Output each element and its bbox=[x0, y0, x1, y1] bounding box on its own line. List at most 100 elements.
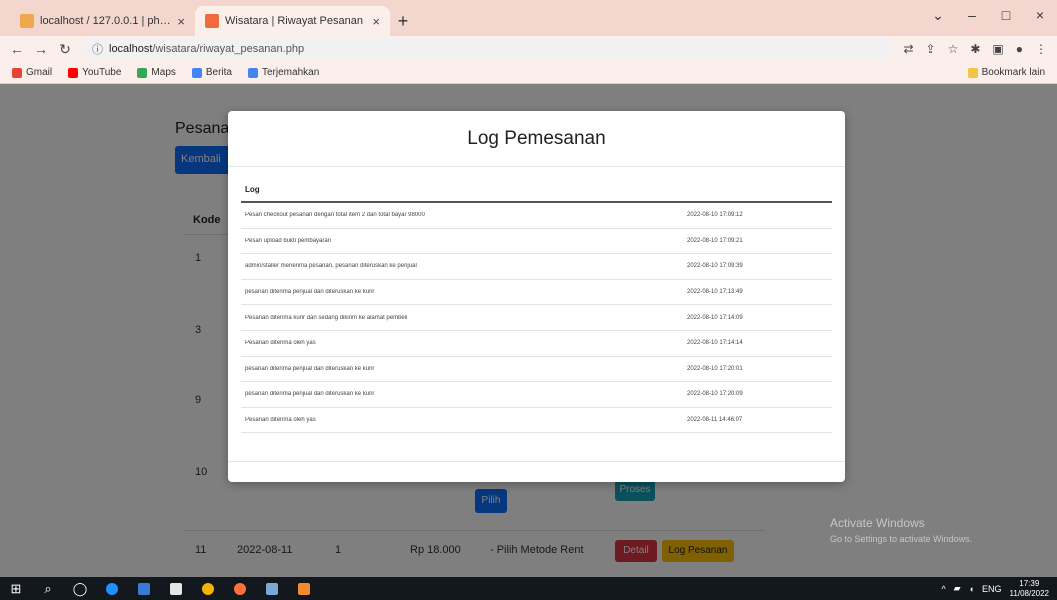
table-row: Pesanan diterima oleh yas 2022-08-11 14:4… bbox=[241, 408, 832, 434]
url-path: /wisatara/riwayat_pesanan.php bbox=[152, 43, 305, 55]
translate-app-icon bbox=[248, 67, 258, 78]
window-controls: ⌄ – □ × bbox=[921, 0, 1057, 30]
bookmark-gmail[interactable]: Gmail bbox=[12, 67, 52, 78]
modal-title: Log Pemesanan bbox=[467, 127, 606, 149]
volume-icon[interactable]: ◖ bbox=[969, 584, 974, 594]
url-host: localhost bbox=[109, 43, 153, 55]
table-row: Pesanan diterima kurir dan sedang dikiri… bbox=[241, 305, 832, 331]
table-row: pesanan diterima penjual dan diteruskan … bbox=[241, 382, 832, 408]
back-icon[interactable]: ← bbox=[10, 41, 24, 57]
translate-icon[interactable]: ⇄ bbox=[903, 42, 913, 56]
firefox-icon[interactable] bbox=[224, 577, 256, 600]
new-tab-button[interactable]: + bbox=[390, 6, 416, 36]
folder-icon bbox=[967, 67, 978, 78]
navigation-bar: ← → ↻ ⓘ localhost/wisatara/riwayat_pesan… bbox=[0, 36, 1057, 62]
phpmyadmin-favicon-icon bbox=[20, 14, 34, 28]
mail-icon[interactable] bbox=[128, 577, 160, 600]
table-row: pesanan diterima penjual dan diteruskan … bbox=[241, 357, 832, 383]
watermark-title: Activate Windows bbox=[830, 516, 925, 530]
tab-riwayat-pesanan[interactable]: Wisatara | Riwayat Pesanan × bbox=[195, 6, 390, 36]
modal-body: Log Pesan checkout pesanan dengan total … bbox=[241, 179, 832, 434]
bookmark-label: Berita bbox=[205, 67, 232, 78]
xampp-icon[interactable] bbox=[288, 577, 320, 600]
store-icon[interactable] bbox=[160, 577, 192, 600]
chrome-icon[interactable] bbox=[192, 577, 224, 600]
bookmark-label: Maps bbox=[151, 67, 176, 78]
sidebar-icon[interactable]: ▣ bbox=[992, 42, 1003, 56]
windows-activation-watermark: Activate Windows Go to Settings to activ… bbox=[830, 515, 972, 547]
log-modal: Log Pemesanan Log Pesan checkout pesanan… bbox=[228, 111, 845, 482]
table-row: Pesanan diterima oleh yas 2022-08-10 17:1… bbox=[241, 331, 832, 357]
edge-icon[interactable] bbox=[96, 577, 128, 600]
bookmark-youtube[interactable]: YouTube bbox=[68, 67, 121, 78]
clock-date: 11/08/2022 bbox=[1009, 588, 1049, 598]
close-tab-icon[interactable]: × bbox=[177, 14, 185, 29]
bookmark-star-icon[interactable]: ☆ bbox=[948, 42, 959, 56]
tab-search-icon[interactable]: ⌄ bbox=[921, 7, 955, 24]
log-timestamp: 2022-08-10 17:09:39 bbox=[687, 263, 743, 270]
search-icon[interactable]: ⌕ bbox=[32, 577, 64, 600]
table-row: admin/staller menerima pesanan, pesanan … bbox=[241, 254, 832, 280]
bookmark-label: Gmail bbox=[26, 67, 53, 78]
log-text: Pesan upload bukti pembayaran bbox=[245, 237, 332, 244]
bookmark-maps[interactable]: Maps bbox=[137, 67, 176, 78]
log-table-body: Pesan checkout pesanan dengan total item… bbox=[241, 203, 832, 434]
log-timestamp: 2022-08-10 17:14:14 bbox=[687, 340, 743, 347]
vscode-icon[interactable] bbox=[256, 577, 288, 600]
clock[interactable]: 17:39 11/08/2022 bbox=[1010, 579, 1049, 599]
log-text: Pesanan diterima oleh yas bbox=[245, 340, 316, 347]
tab-title: localhost / 127.0.0.1 | phpMyAdm bbox=[40, 15, 171, 27]
log-text: pesanan diterima penjual dan diteruskan … bbox=[245, 289, 375, 296]
bookmark-label: Bookmark lain bbox=[981, 67, 1045, 78]
gmail-icon bbox=[12, 67, 22, 78]
log-text: admin/staller menerima pesanan, pesanan … bbox=[245, 263, 417, 270]
task-view-icon[interactable]: ◯ bbox=[64, 577, 96, 600]
minimize-icon[interactable]: – bbox=[955, 7, 989, 23]
address-bar[interactable]: ⓘ localhost/wisatara/riwayat_pesanan.php bbox=[82, 38, 894, 60]
tab-phpmyadmin[interactable]: localhost / 127.0.0.1 | phpMyAdm × bbox=[10, 6, 195, 36]
bookmark-berita[interactable]: Berita bbox=[191, 67, 232, 78]
bookmark-label: Terjemahkan bbox=[262, 67, 320, 78]
log-timestamp: 2022-08-10 17:13:49 bbox=[687, 289, 743, 296]
column-header-log: Log bbox=[241, 179, 832, 203]
log-text: Pesanan diterima kurir dan sedang dikiri… bbox=[245, 314, 408, 321]
toolbar-icons: ⇄ ⇪ ☆ ✱ ▣ ● ⋮ bbox=[903, 42, 1047, 56]
log-timestamp: 2022-08-11 14:46:07 bbox=[687, 417, 743, 424]
log-timestamp: 2022-08-10 17:20:09 bbox=[687, 391, 743, 398]
browser-tab-bar: localhost / 127.0.0.1 | phpMyAdm × Wisat… bbox=[0, 0, 1057, 36]
share-icon[interactable]: ⇪ bbox=[926, 42, 936, 56]
network-icon[interactable]: ▰ bbox=[954, 583, 961, 594]
windows-taskbar: ⊞ ⌕ ◯ ^ ▰ ◖ ENG 17:39 11/08/2022 bbox=[0, 577, 1057, 600]
maps-icon bbox=[137, 67, 148, 78]
modal-header: Log Pemesanan bbox=[228, 111, 845, 167]
info-icon[interactable]: ⓘ bbox=[92, 41, 103, 57]
table-row: Pesan checkout pesanan dengan total item… bbox=[241, 203, 832, 229]
log-timestamp: 2022-08-10 17:09:21 bbox=[687, 237, 743, 244]
close-tab-icon[interactable]: × bbox=[372, 14, 380, 29]
maximize-icon[interactable]: □ bbox=[989, 7, 1023, 23]
forward-icon[interactable]: → bbox=[34, 41, 48, 57]
close-window-icon[interactable]: × bbox=[1023, 7, 1057, 23]
log-timestamp: 2022-08-10 17:14:09 bbox=[687, 314, 743, 321]
bookmark-label: YouTube bbox=[82, 67, 122, 78]
menu-icon[interactable]: ⋮ bbox=[1035, 42, 1047, 56]
clock-time: 17:39 bbox=[1019, 578, 1040, 588]
other-bookmarks[interactable]: Bookmark lain bbox=[967, 67, 1045, 78]
language-indicator[interactable]: ENG bbox=[982, 584, 1002, 594]
extensions-icon[interactable]: ✱ bbox=[970, 42, 980, 56]
bookmark-terjemahkan[interactable]: Terjemahkan bbox=[248, 67, 319, 78]
log-text: Pesan checkout pesanan dengan total item… bbox=[245, 212, 425, 219]
wisatara-favicon-icon bbox=[205, 14, 219, 28]
start-icon[interactable]: ⊞ bbox=[0, 577, 32, 600]
modal-footer bbox=[228, 461, 845, 462]
tray-chevron-icon[interactable]: ^ bbox=[941, 584, 945, 594]
log-timestamp: 2022-08-10 17:20:01 bbox=[687, 365, 743, 372]
watermark-subtitle: Go to Settings to activate Windows. bbox=[830, 534, 973, 544]
tab-title: Wisatara | Riwayat Pesanan bbox=[225, 15, 363, 27]
log-text: Pesanan diterima oleh yas bbox=[245, 417, 316, 424]
profile-avatar-icon[interactable]: ● bbox=[1016, 42, 1023, 56]
log-timestamp: 2022-08-10 17:09:12 bbox=[687, 212, 743, 219]
table-row: Pesan upload bukti pembayaran 2022-08-10 … bbox=[241, 229, 832, 255]
news-icon bbox=[191, 67, 202, 78]
reload-icon[interactable]: ↻ bbox=[58, 41, 72, 58]
